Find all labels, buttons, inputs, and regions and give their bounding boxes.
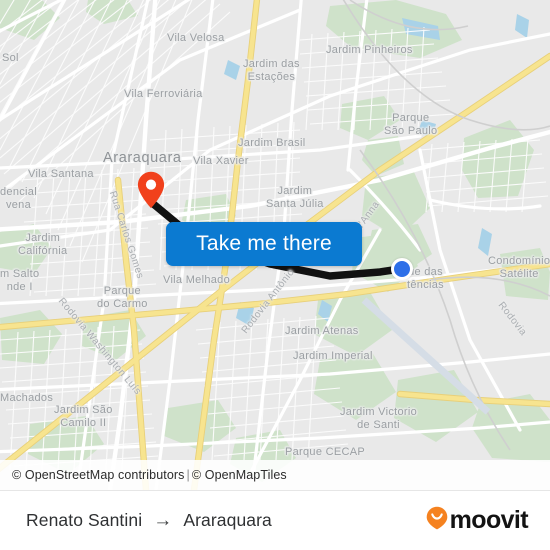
- route-origin-label: Renato Santini: [26, 510, 143, 530]
- moovit-logo[interactable]: moovit: [426, 506, 529, 535]
- attribution-separator: |: [186, 468, 190, 482]
- attribution-tiles[interactable]: © OpenMapTiles: [192, 468, 287, 482]
- moovit-pin-icon: [426, 506, 448, 535]
- route-summary: Renato Santini → Araraquara: [26, 510, 272, 531]
- map-attribution: © OpenStreetMap contributors | © OpenMap…: [0, 460, 550, 490]
- route-destination-label: Araraquara: [183, 510, 272, 530]
- footer-bar: Renato Santini → Araraquara moovit: [0, 490, 550, 550]
- take-me-there-button[interactable]: Take me there: [166, 222, 362, 266]
- moovit-wordmark: moovit: [449, 506, 529, 534]
- destination-location-dot-icon: [391, 258, 413, 280]
- arrow-right-icon: →: [153, 510, 173, 531]
- moovit-map-screenshot: Sol Vila Velosa Jardim Pinheiros Jardim das…: [0, 0, 550, 550]
- map-canvas[interactable]: Sol Vila Velosa Jardim Pinheiros Jardim das…: [0, 0, 550, 490]
- attribution-osm[interactable]: © OpenStreetMap contributors: [12, 468, 185, 482]
